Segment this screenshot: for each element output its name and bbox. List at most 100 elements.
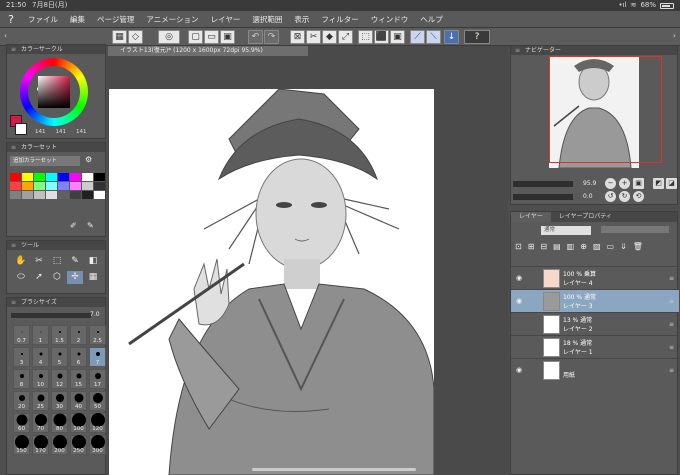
brush-size-cell[interactable]: 170 xyxy=(32,435,49,455)
mask-icon[interactable]: ▤ xyxy=(553,242,561,251)
brush-size-cell[interactable]: 5 xyxy=(51,347,68,367)
color-swatch[interactable] xyxy=(58,173,69,181)
blend-mode-select[interactable]: 通常 xyxy=(541,226,591,235)
visibility-eye-icon[interactable]: ◉ xyxy=(516,297,522,305)
brush-size-cell[interactable]: 50 xyxy=(89,391,106,411)
save-icon[interactable]: ▣ xyxy=(220,30,235,44)
color-swatch[interactable] xyxy=(82,182,93,190)
layer-row[interactable]: 18 % 通常 レイヤー 1 ≡ xyxy=(511,335,679,358)
layer-row[interactable]: ◉ 100 % 乗算 レイヤー 4 ≡ xyxy=(511,266,679,289)
flip-h-icon[interactable]: ◩ xyxy=(653,178,664,189)
sub-color-swatch[interactable] xyxy=(15,123,27,135)
app-logo-icon[interactable]: ? xyxy=(0,13,22,26)
invert-selection-icon[interactable]: ⬛ xyxy=(374,30,389,44)
eraser-tool-icon[interactable]: ⬭ xyxy=(13,271,29,284)
fill-icon[interactable]: ◆ xyxy=(322,30,337,44)
draft-icon[interactable]: ▥ xyxy=(567,242,575,251)
brush-size-cell[interactable]: 30 xyxy=(51,391,68,411)
transform-icon[interactable]: ⤢ xyxy=(338,30,353,44)
color-swatch[interactable] xyxy=(22,182,33,190)
menu-help[interactable]: ヘルプ xyxy=(414,14,449,25)
drag-handle-icon[interactable]: ≡ xyxy=(669,298,674,305)
move-tool-icon[interactable]: ➚ xyxy=(31,271,47,284)
brush-size-cell[interactable]: 80 xyxy=(51,413,68,433)
drag-handle-icon[interactable]: ≡ xyxy=(669,275,674,282)
brush-size-cell[interactable]: 6 xyxy=(70,347,87,367)
snap-icon[interactable]: ⟍ xyxy=(426,30,441,44)
select-tool-icon[interactable]: ⬚ xyxy=(49,255,65,268)
color-swatch[interactable] xyxy=(94,173,105,181)
visibility-eye-icon[interactable]: ◉ xyxy=(516,274,522,282)
color-swatch[interactable] xyxy=(34,191,45,199)
airbrush-tool-icon[interactable]: ✢ xyxy=(67,271,83,284)
color-swatch[interactable] xyxy=(46,191,57,199)
layer-row[interactable]: 13 % 通常 レイヤー 2 ≡ xyxy=(511,312,679,335)
new-canvas-icon[interactable]: ▢ xyxy=(188,30,203,44)
navigator-viewport[interactable] xyxy=(549,56,662,163)
color-swatch[interactable] xyxy=(70,182,81,190)
new-raster-layer-icon[interactable]: ⊕ xyxy=(580,242,587,251)
brush-size-cell[interactable]: 20 xyxy=(13,391,30,411)
layer-row[interactable]: ◉ 用紙 ≡ xyxy=(511,358,679,381)
flip-v-icon[interactable]: ◪ xyxy=(666,178,677,189)
color-swatch[interactable] xyxy=(94,182,105,190)
brush-size-cell[interactable]: 2.5 xyxy=(89,325,106,345)
clip-icon[interactable]: ⊞ xyxy=(528,242,535,251)
brush-size-cell[interactable]: 12 xyxy=(51,369,68,389)
help-icon[interactable]: ? xyxy=(464,30,490,44)
reset-rotate-icon[interactable]: ⟲ xyxy=(633,191,644,202)
new-folder-icon[interactable]: ▭ xyxy=(607,242,615,251)
menu-filter[interactable]: フィルター xyxy=(315,14,364,25)
brush-size-slider[interactable] xyxy=(11,313,91,318)
brush-size-cell[interactable]: 300 xyxy=(89,435,106,455)
brush-size-cell[interactable]: 17 xyxy=(89,369,106,389)
color-swatch[interactable] xyxy=(34,182,45,190)
brush-size-cell[interactable]: 120 xyxy=(89,413,106,433)
color-swatch[interactable] xyxy=(22,173,33,181)
menu-window[interactable]: ウィンドウ xyxy=(365,14,415,25)
color-swatch[interactable] xyxy=(34,173,45,181)
toolbar-left-arrow-icon[interactable]: ‹ xyxy=(4,31,7,40)
new-vector-layer-icon[interactable]: ▨ xyxy=(593,242,601,251)
brush-size-cell[interactable]: 0.7 xyxy=(13,325,30,345)
drag-handle-icon[interactable]: ≡ xyxy=(669,321,674,328)
brush-size-cell[interactable]: 7 xyxy=(89,347,106,367)
saturation-value-square[interactable] xyxy=(38,76,70,108)
tab-layer-property[interactable]: レイヤープロパティ xyxy=(551,212,620,222)
eyedropper-icon[interactable]: ✐ xyxy=(70,221,77,230)
brush-size-cell[interactable]: 15 xyxy=(70,369,87,389)
delete-layer-icon[interactable]: 🗑 xyxy=(633,242,643,251)
open-icon[interactable]: ▭ xyxy=(204,30,219,44)
gradient-tool-icon[interactable]: ▦ xyxy=(85,271,101,284)
drag-handle-icon[interactable]: ≡ xyxy=(669,367,674,374)
brush-size-cell[interactable]: 2 xyxy=(70,325,87,345)
drawing-canvas[interactable] xyxy=(109,89,434,475)
menu-file[interactable]: ファイル xyxy=(22,14,64,25)
color-swatch[interactable] xyxy=(82,173,93,181)
color-swatch[interactable] xyxy=(22,191,33,199)
fit-icon[interactable]: ▣ xyxy=(633,178,644,189)
zoom-slider[interactable] xyxy=(513,181,573,187)
color-swatch[interactable] xyxy=(70,191,81,199)
color-swatch[interactable] xyxy=(58,191,69,199)
clip-studio-icon[interactable]: ◎ xyxy=(158,30,180,44)
brush-size-cell[interactable]: 250 xyxy=(70,435,87,455)
redo-icon[interactable]: ↷ xyxy=(264,30,279,44)
brush-size-cell[interactable]: 70 xyxy=(32,413,49,433)
brush-size-cell[interactable]: 1.5 xyxy=(51,325,68,345)
brush-size-cell[interactable]: 10 xyxy=(32,369,49,389)
snap-special-icon[interactable]: ↓ xyxy=(444,30,459,44)
tab-layer[interactable]: レイヤー xyxy=(511,212,551,222)
rotate-left-icon[interactable]: ↺ xyxy=(605,191,616,202)
rotate-right-icon[interactable]: ↻ xyxy=(619,191,630,202)
brush-size-cell[interactable]: 25 xyxy=(32,391,49,411)
ruler-icon[interactable]: ⟋ xyxy=(410,30,425,44)
color-swatch[interactable] xyxy=(10,182,21,190)
color-swatch[interactable] xyxy=(70,173,81,181)
reference-icon[interactable]: ⊟ xyxy=(540,242,547,251)
menu-edit[interactable]: 編集 xyxy=(64,14,91,25)
menu-page[interactable]: ページ管理 xyxy=(91,14,140,25)
zoom-out-icon[interactable]: − xyxy=(605,178,616,189)
brush-size-cell[interactable]: 60 xyxy=(13,413,30,433)
brush-size-cell[interactable]: 150 xyxy=(13,435,30,455)
